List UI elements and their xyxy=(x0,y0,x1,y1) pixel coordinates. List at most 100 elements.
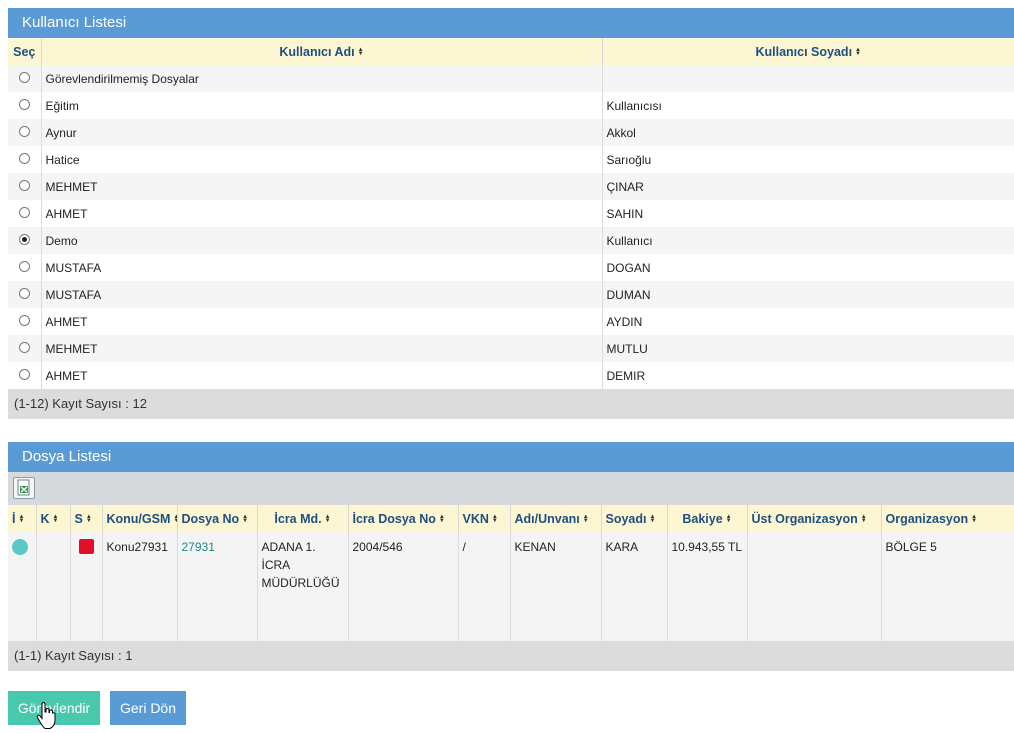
files-toolbar xyxy=(8,472,1014,505)
column-header-konu[interactable]: Konu/GSM▲▼ xyxy=(102,505,178,532)
sort-arrows-icon[interactable]: ▲▼ xyxy=(583,514,589,524)
dosya-no-cell[interactable]: 27931 xyxy=(177,532,258,641)
select-radio[interactable] xyxy=(18,152,30,164)
select-radio[interactable] xyxy=(18,260,30,272)
column-label: Soyadı xyxy=(605,511,647,526)
vkn-cell: / xyxy=(458,532,511,641)
table-row[interactable]: Eğitim Kullanıcısı xyxy=(8,92,1014,119)
select-cell[interactable] xyxy=(8,308,42,335)
adi-cell: KENAN xyxy=(510,532,602,641)
sort-arrows-icon[interactable]: ▲▼ xyxy=(726,514,732,524)
icra-md-cell: ADANA 1. İCRA MÜDÜRLÜĞÜ xyxy=(257,532,349,641)
select-radio[interactable] xyxy=(18,125,30,137)
sort-arrows-icon[interactable]: ▲▼ xyxy=(861,514,867,524)
sort-arrows-icon[interactable]: ▲▼ xyxy=(325,514,331,524)
select-cell[interactable] xyxy=(8,92,42,119)
select-radio[interactable] xyxy=(18,233,30,245)
sort-arrows-icon[interactable]: ▲▼ xyxy=(173,514,176,524)
select-cell[interactable] xyxy=(8,119,42,146)
column-header-soyadi[interactable]: Soyadı ▲ ▼ xyxy=(601,505,668,532)
select-radio[interactable] xyxy=(18,98,30,110)
column-header-dosya-no[interactable]: Dosya No ▲ ▼ xyxy=(177,505,258,532)
table-row[interactable]: Aynur Akkol xyxy=(8,119,1014,146)
sort-arrows-icon[interactable]: ▲▼ xyxy=(53,514,59,524)
last-name-cell: Kullanıcısı xyxy=(606,98,662,113)
column-header-bakiye[interactable]: Bakiye ▲ ▼ xyxy=(667,505,748,532)
back-button[interactable]: Geri Dön xyxy=(110,691,186,725)
column-label: Dosya No xyxy=(181,511,240,526)
sort-arrows-icon[interactable]: ▲▼ xyxy=(18,514,24,524)
column-header-vkn[interactable]: VKN ▲ ▼ xyxy=(458,505,511,532)
select-radio[interactable] xyxy=(18,368,30,380)
table-row[interactable]: MUSTAFA DUMAN xyxy=(8,281,1014,308)
table-row[interactable]: AHMET AYDIN xyxy=(8,308,1014,335)
column-label: Organizasyon xyxy=(885,511,969,526)
select-radio[interactable] xyxy=(18,71,30,83)
select-radio[interactable] xyxy=(18,287,30,299)
first-name-cell: Aynur xyxy=(41,119,603,146)
first-name-cell: MUSTAFA xyxy=(41,254,603,281)
table-row[interactable]: Hatice Sarıoğlu xyxy=(8,146,1014,173)
last-name-cell: Kullanıcı xyxy=(606,233,653,248)
sort-arrows-icon[interactable]: ▲▼ xyxy=(358,47,364,57)
hand-pointer-icon xyxy=(36,702,56,729)
first-name-cell: Eğitim xyxy=(41,92,603,119)
table-row[interactable]: Görevlendirilmemiş Dosyalar xyxy=(8,65,1014,92)
icra-dosya-no-cell: 2004/546 xyxy=(348,532,459,641)
column-header-k[interactable]: K ▲ ▼ xyxy=(36,505,71,532)
column-label: S xyxy=(74,511,83,526)
first-name-cell: MEHMET xyxy=(41,335,603,362)
column-header-org[interactable]: Organizasyon ▲ ▼ xyxy=(881,505,1014,532)
select-radio[interactable] xyxy=(18,341,30,353)
sort-arrows-icon[interactable]: ▲▼ xyxy=(86,514,92,524)
files-panel-title: Dosya Listesi xyxy=(8,442,1014,472)
select-cell[interactable] xyxy=(8,335,42,362)
column-label: K xyxy=(40,511,50,526)
column-label: İcra Dosya No xyxy=(352,511,436,526)
sort-arrows-icon[interactable]: ▲▼ xyxy=(439,514,445,524)
select-cell[interactable] xyxy=(8,227,42,254)
sort-arrows-icon[interactable]: ▲▼ xyxy=(492,514,498,524)
select-cell[interactable] xyxy=(8,173,42,200)
sort-arrows-icon[interactable]: ▲▼ xyxy=(242,514,248,524)
last-name-cell: Akkol xyxy=(606,125,636,140)
table-row[interactable]: MUSTAFA DOGAN xyxy=(8,254,1014,281)
table-row[interactable]: MEHMET MUTLU xyxy=(8,335,1014,362)
column-label: Konu/GSM xyxy=(106,511,171,526)
column-header-first-name[interactable]: Kullanıcı Adı ▲ ▼ xyxy=(41,38,603,65)
first-name-cell: Demo xyxy=(41,227,603,254)
select-radio[interactable] xyxy=(18,206,30,218)
first-name-cell: Görevlendirilmemiş Dosyalar xyxy=(41,65,603,92)
users-footer: (1-12) Kayıt Sayısı : 12 xyxy=(8,389,1014,419)
column-header-i[interactable]: İ ▲ ▼ xyxy=(8,505,37,532)
select-cell[interactable] xyxy=(8,65,42,92)
sort-arrows-icon[interactable]: ▲▼ xyxy=(855,47,861,57)
table-row[interactable]: Konu27931 27931 ADANA 1. İCRA MÜDÜRLÜĞÜ … xyxy=(8,532,1014,641)
select-cell[interactable] xyxy=(8,200,42,227)
column-header-last-name[interactable]: Kullanıcı Soyadı ▲ ▼ xyxy=(602,38,1014,65)
sort-arrows-icon[interactable]: ▲▼ xyxy=(650,514,656,524)
select-cell[interactable] xyxy=(8,281,42,308)
column-header-adi[interactable]: Adı/Unvanı ▲ ▼ xyxy=(510,505,602,532)
column-label: Kullanıcı Adı xyxy=(279,44,355,59)
excel-export-icon[interactable] xyxy=(13,477,35,499)
column-header-icra-dosya-no[interactable]: İcra Dosya No ▲ ▼ xyxy=(348,505,459,532)
column-header-ust-org[interactable]: Üst Organizasyon ▲ ▼ xyxy=(747,505,882,532)
first-name-cell: Hatice xyxy=(41,146,603,173)
column-header-s[interactable]: S ▲ ▼ xyxy=(70,505,103,532)
table-row[interactable]: AHMET SAHIN xyxy=(8,200,1014,227)
select-cell[interactable] xyxy=(8,146,42,173)
column-header-icra-md[interactable]: İcra Md. ▲ ▼ xyxy=(257,505,349,532)
sort-arrows-icon[interactable]: ▲▼ xyxy=(971,514,977,524)
last-name-cell: Sarıoğlu xyxy=(606,152,652,167)
select-radio[interactable] xyxy=(18,179,30,191)
select-radio[interactable] xyxy=(18,314,30,326)
table-row[interactable]: MEHMET ÇINAR xyxy=(8,173,1014,200)
dosya-no-link[interactable]: 27931 xyxy=(182,540,215,554)
first-name-cell: AHMET xyxy=(41,308,603,335)
select-cell[interactable] xyxy=(8,362,42,389)
table-row[interactable]: Demo Kullanıcı xyxy=(8,227,1014,254)
column-label: Kullanıcı Soyadı xyxy=(755,44,853,59)
table-row[interactable]: AHMET DEMIR xyxy=(8,362,1014,389)
select-cell[interactable] xyxy=(8,254,42,281)
